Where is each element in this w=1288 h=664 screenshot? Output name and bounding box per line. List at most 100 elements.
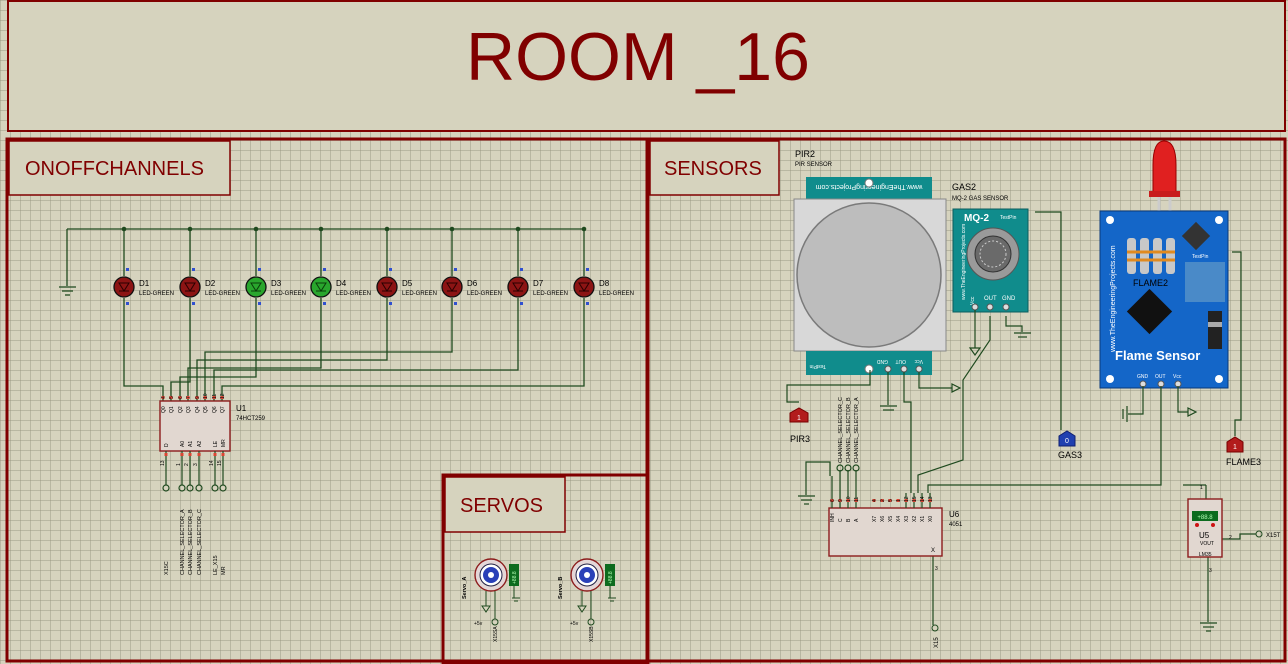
u1-pin-num: 5 [169,396,175,399]
u1-pin-label: Q7 [220,406,226,413]
u6-pin-label: INH [830,513,836,522]
servos-panel-label: SERVOS [460,495,543,517]
onoff-panel: ONOFFCHANNELS [5,137,649,663]
u6-ref: U6 [949,510,960,519]
led-type: LED-GREEN [599,291,634,297]
u5-reading: +88.8 [1197,515,1213,521]
u1-net-label: CHANNEL_SELECTOR_C [197,509,203,575]
u1-bottom-pin-label: MR [221,439,227,447]
u6-pin-num: 4 [872,499,878,502]
svg-text:0: 0 [1065,438,1069,445]
led-to-u1-wires [123,298,585,401]
pir-probe[interactable]: 1 PIR3 [789,407,810,444]
u1-bottom-pin-num: 15 [217,460,223,466]
sensors-panel-label: SENSORS [664,158,762,180]
led-ref: D3 [271,279,282,288]
u1-pin-num: 12 [220,393,226,399]
schematic-canvas[interactable]: ROOM _16 ONOFFCHANNELS SENSORS SERVOS D1… [0,0,1288,664]
u6-pin-num: 14 [920,496,926,502]
u1-net-label: X15C [164,561,170,575]
led-d1[interactable]: D1 LED-GREEN [113,226,174,305]
pir-sensor[interactable]: PIR2 PIR SENSOR www.TheEngineeringProjec… [793,149,947,375]
u1-bottom-pin-num: 3 [193,463,199,466]
u1-pin-num: 4 [161,396,167,399]
u5-net: X15T [1266,533,1281,539]
gas-sensor[interactable]: GAS2 MQ-2 GAS SENSOR MQ-2 TestPin www.Th… [952,182,1029,313]
servo-net: X15SA [493,626,499,642]
u1-bottom-pin-num: 14 [209,460,215,466]
pir-pin-gnd: GND [877,358,889,364]
u1-net-label: CHANNEL_SELECTOR_B [188,509,194,575]
u6-pin-num: 10 [846,496,852,502]
gas-site: www.TheEngineeringProjects.com [961,224,967,300]
u5-pin2: 2 [1229,535,1232,541]
u6-part: 4051 [949,522,963,528]
u6-pin-label: X5 [888,516,894,522]
u1-bottom-pin-label: D [164,443,170,447]
servo-net: X15SB [589,626,595,642]
flame-sensor[interactable]: FLAME2 TestPin www.TheEngineeringProject… [1099,140,1229,389]
gas-part: MQ-2 GAS SENSOR [952,196,1009,202]
onoff-panel-label: ONOFFCHANNELS [25,158,204,180]
u1-pin-num: 6 [178,396,184,399]
u1-bottom-pin-num: 13 [160,460,166,466]
flame-pin-out: OUT [1155,374,1166,380]
led-d4[interactable]: D4 LED-GREEN [310,226,371,305]
led-d5[interactable]: D5 LED-GREEN [376,226,437,305]
svg-text:1: 1 [797,415,801,422]
flame-pin-gnd: GND [1137,374,1149,380]
u1-ref: U1 [236,404,247,413]
u1-pin-num: 11 [212,394,218,399]
u6-mux[interactable]: U6 4051 X 3 X15 [828,507,963,648]
u6-out-pin: X [931,548,935,554]
led-d8[interactable]: D8 LED-GREEN [573,226,634,305]
u6-pin-num: 5 [888,499,894,502]
flame-logo: TestPin [1192,254,1209,260]
u1-pin-label: Q1 [169,406,175,413]
u6-select-net: CHANNEL_SELECTOR_B [846,397,852,463]
pir-logo: TestPin [809,363,826,369]
u6-pin-label: X7 [872,516,878,522]
flame-ref: FLAME2 [1133,278,1168,288]
led-type: LED-GREEN [336,291,371,297]
servo-supply: +5v [570,621,579,627]
u5-part: LM35 [1199,552,1212,558]
u5-pin3: 3 [1209,568,1212,574]
u1-bottom-pin-num: 2 [184,463,190,466]
u1-bottom-pin-label: A2 [197,441,203,447]
u6-select-net: CHANNEL_SELECTOR_C [838,397,844,463]
u6-pin-num: 1 [896,499,902,502]
gas-pin-out: OUT [984,296,997,302]
u1-bottom-pin-label: LE [213,440,219,447]
u1-pin-label: Q6 [212,406,218,413]
servo-group: +88.8 Servo_A +5v X15SA +88.8 Servo_B +5v X15SB [462,558,616,642]
led-ref: D8 [599,279,610,288]
servo-a[interactable]: +88.8 Servo_A +5v X15SA [462,558,520,642]
led-d7[interactable]: D7 LED-GREEN [507,226,568,305]
led-row: D1 LED-GREEN D2 LED-GREEN D3 LED-GREEN D4 LED-G… [113,226,634,305]
u1-pin-label: Q3 [186,406,192,413]
u6-pin-num: 12 [904,496,910,502]
pir-part: PIR SENSOR [795,162,833,168]
pir-probe-label: PIR3 [790,434,810,444]
u6-net: X15 [934,637,940,648]
svg-text:1: 1 [1233,444,1237,451]
led-d2[interactable]: D2 LED-GREEN [179,226,240,305]
u1-bottom-pin-num: 1 [176,463,182,466]
led-d6[interactable]: D6 LED-GREEN [441,226,502,305]
gas-probe[interactable]: 0 GAS3 [1058,430,1082,460]
flame-probe[interactable]: 1 FLAME3 [1226,436,1261,467]
u6-pin-num: 2 [880,499,886,502]
led-ref: D5 [402,279,413,288]
servo-name: Servo_A [462,577,468,599]
u6-pin-num: 6 [830,499,836,502]
servo-b[interactable]: +88.8 Servo_B +5v X15SB [558,558,616,642]
servo-readout: +88.8 [608,571,614,584]
led-d3[interactable]: D3 LED-GREEN [245,226,306,305]
led-type: LED-GREEN [402,291,437,297]
led-ref: D1 [139,279,150,288]
u6-pin-label: C [838,518,844,522]
u1-bottom-pin-label: A0 [180,441,186,447]
u1-net-label: MR [221,566,227,575]
u5-temp-sensor[interactable]: +88.8 U5 VOUT LM35 1 2 3 X15T [1187,485,1281,574]
